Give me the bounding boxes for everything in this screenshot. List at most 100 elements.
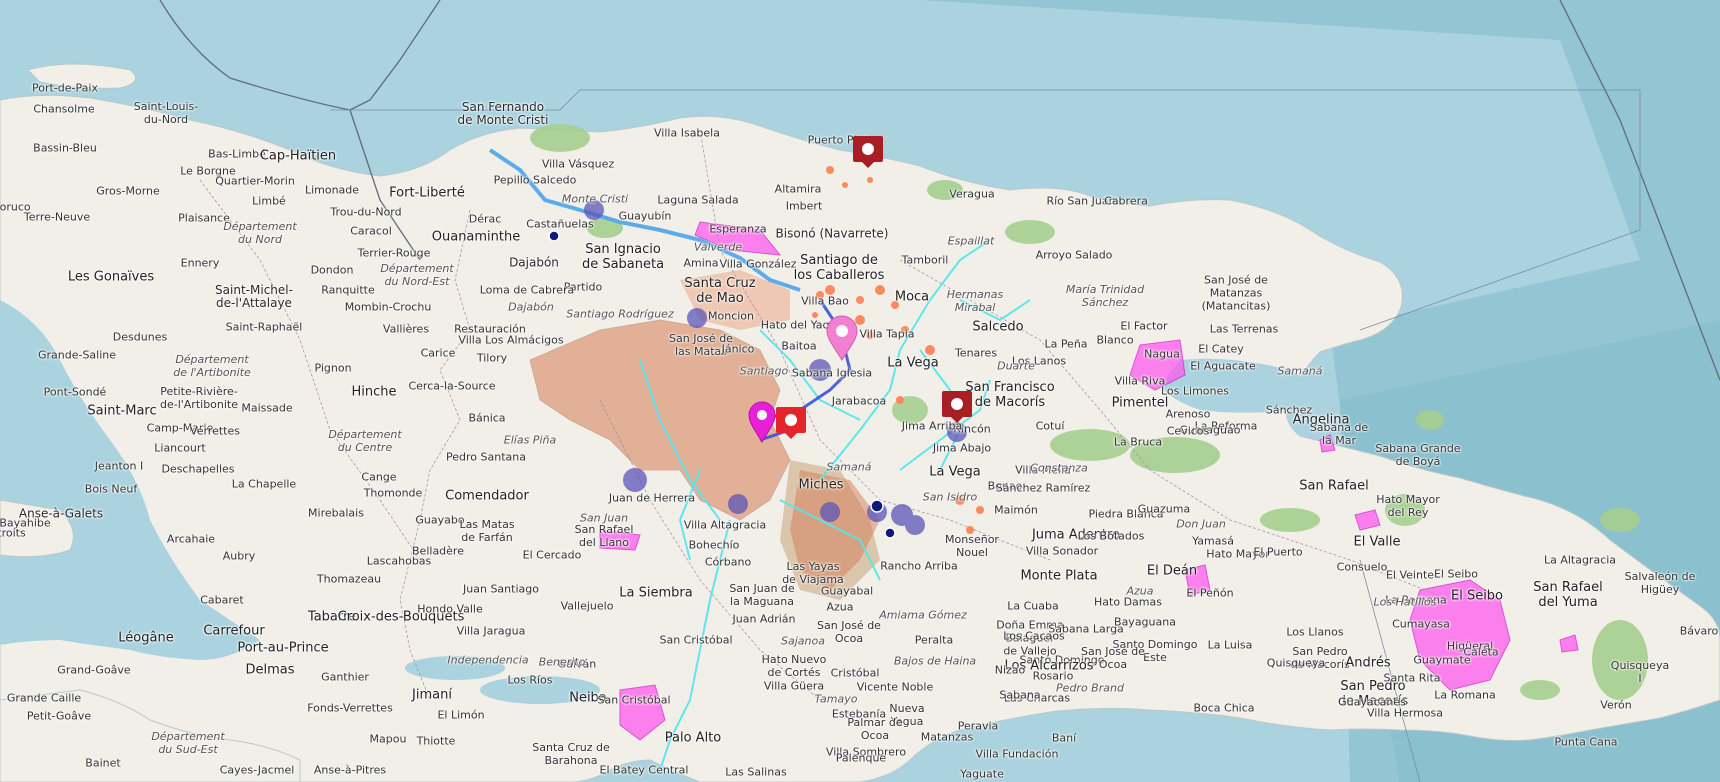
place-label: Yaguate — [960, 767, 1004, 781]
place-label: Pignon — [314, 361, 352, 375]
place-label: El Valle — [1353, 534, 1401, 550]
place-label: Ouanaminthe — [431, 229, 521, 245]
place-label: Deschapelles — [161, 462, 235, 476]
place-label: La Altagracia — [1543, 553, 1617, 567]
place-label: Tilory — [476, 351, 508, 365]
place-label: Hermanas Mirabal — [946, 288, 1004, 314]
place-label: La Cuaba — [1007, 599, 1059, 613]
place-label: Loma de Cabrera — [479, 283, 575, 297]
place-label: Villa Hermosa — [1367, 706, 1443, 720]
place-label: Los Llanos — [1286, 625, 1344, 639]
place-label: Andrés — [1345, 655, 1391, 671]
place-label: Las Yayas de Viajama — [782, 560, 844, 586]
place-label: San José de Matanzas (Matancitas) — [1201, 273, 1271, 313]
map-teardrop-pin-icon-magenta[interactable] — [747, 401, 777, 447]
place-label: San Rafael — [1299, 478, 1369, 494]
place-label: Arcahaie — [166, 532, 216, 546]
map-pin-icon-puerto-plata[interactable] — [851, 134, 885, 172]
place-label: Caleta — [1463, 645, 1499, 659]
place-label: Tamayo — [814, 692, 858, 706]
place-label: San Juan — [579, 511, 629, 525]
place-label: Belladère — [412, 544, 464, 558]
place-label: Juan Santiago — [463, 582, 539, 596]
place-label: Trou-du-Nord — [330, 205, 402, 219]
place-label: Sánchez Ramírez — [995, 481, 1091, 495]
map-teardrop-pin-icon-pink[interactable] — [824, 315, 860, 365]
place-label: Bainet — [85, 756, 121, 770]
place-label: Cap-Haïtien — [259, 148, 337, 164]
place-label: La Romana — [1434, 688, 1496, 702]
place-label: Arroyo Salado — [1035, 248, 1113, 262]
place-label: Jánico — [721, 342, 755, 356]
place-label: Pimentel — [1111, 395, 1169, 411]
place-label: El Factor — [1120, 319, 1168, 333]
place-label: Villa González — [719, 257, 797, 271]
map-pin-icon-red[interactable] — [774, 405, 808, 443]
place-label: Grande Caille — [6, 691, 82, 705]
place-label: Elías Piña — [503, 433, 557, 447]
place-label: Boca Chica — [1193, 701, 1255, 715]
place-label: Bas-Limbé — [208, 147, 266, 161]
place-label: Mombin-Crochu — [344, 300, 432, 314]
place-label: Saint-Michel- de-l'Attalaye — [215, 283, 293, 310]
place-label: Bohechío — [688, 538, 740, 552]
place-label: Comendador — [445, 488, 529, 504]
place-label: El Puerto — [1253, 545, 1303, 559]
place-label: Monte Plata — [1020, 568, 1098, 584]
place-label: Léogâne — [118, 630, 174, 646]
place-label: Petit-Goâve — [26, 709, 92, 723]
place-label: El Catey — [1198, 342, 1244, 356]
place-label: Terre-Neuve — [23, 210, 91, 224]
place-label: Les Gonaïves — [67, 269, 155, 285]
place-label: Port-de-Paix — [32, 81, 98, 95]
place-label: Villa Isabela — [654, 126, 720, 140]
place-label: El Batey Central — [599, 763, 689, 777]
place-label: Caracol — [350, 224, 392, 238]
place-label: Mapou — [369, 732, 407, 746]
place-label: Sabana — [999, 688, 1041, 702]
place-label: Verrettes — [190, 424, 240, 438]
place-label: Bois Neuf — [84, 482, 138, 496]
place-label: Cabrera — [1104, 194, 1148, 208]
place-label: Chansolme — [33, 102, 95, 116]
place-label: Desdunes — [112, 330, 168, 344]
place-label: Amiama Gómez — [879, 608, 967, 622]
place-label: Carrefour — [203, 623, 265, 639]
place-label: Tamboril — [901, 253, 949, 267]
place-label: Hato Mayor del Rey — [1376, 493, 1440, 519]
place-label: Rosario — [1032, 669, 1074, 683]
place-label: Constanza — [1030, 461, 1088, 475]
place-label: El Veinte — [1385, 568, 1435, 582]
place-label: San Ignacio de Sabaneta — [581, 242, 665, 272]
place-label: Santiago — [739, 364, 789, 378]
place-label: Villa Fundación — [975, 747, 1059, 761]
place-label: Cristóbal — [830, 666, 880, 680]
place-label: Castañuelas — [526, 217, 594, 231]
place-label: Córbano — [704, 555, 752, 569]
place-label: Nizao — [994, 663, 1026, 677]
place-label: Villa Sonador — [1025, 544, 1099, 558]
place-label: La Vega — [887, 355, 939, 371]
place-label: San Isidro — [922, 490, 978, 504]
place-label: Samaná — [1277, 364, 1323, 378]
place-label: San Cristóbal — [597, 693, 671, 707]
place-label: Petite-Rivière- de-l'Artibonite — [159, 385, 239, 411]
place-label: Baitoa — [781, 339, 817, 353]
place-label: Don Juan — [1176, 517, 1226, 531]
place-label: Cange — [361, 470, 397, 484]
place-label: Hato Damas — [1094, 595, 1162, 609]
place-label: Guayabo — [415, 513, 465, 527]
place-label: Juan de Herrera — [608, 491, 696, 505]
place-label: Fonds-Verrettes — [307, 701, 393, 715]
place-label: Salvaleón de Higüey — [1624, 570, 1696, 596]
place-label: Anse-à-Pitres — [313, 763, 387, 777]
place-label: La Siembra — [619, 585, 693, 601]
place-label: Cevicos — [1166, 424, 1210, 438]
place-label: Benerito — [538, 655, 586, 669]
place-label: Santa Cruz de Barahona — [532, 741, 610, 767]
map-pin-icon-san-francisco[interactable] — [940, 389, 974, 427]
place-label: Villa Altagracia — [683, 518, 767, 532]
place-label: Palmar de Ocoa — [847, 716, 903, 742]
place-label: La Luisa — [1207, 638, 1253, 652]
place-label: Dajabón — [509, 255, 559, 270]
